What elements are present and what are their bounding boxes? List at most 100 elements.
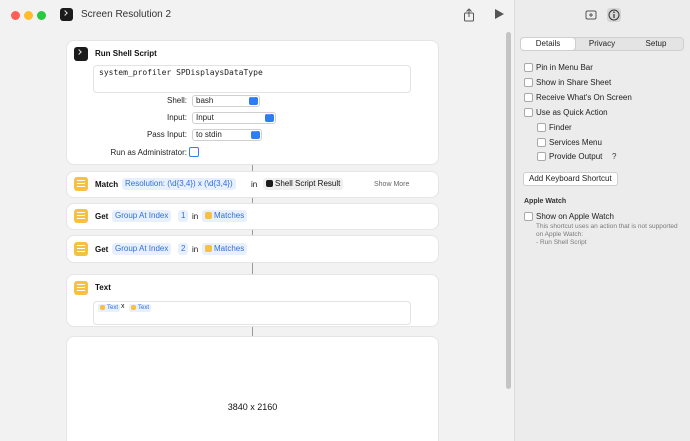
script-text[interactable]: system_profiler SPDisplaysDataType bbox=[99, 68, 263, 77]
show-in-share-sheet-label: Show in Share Sheet bbox=[536, 78, 612, 87]
group-at-index-token[interactable]: Group At Index bbox=[112, 210, 172, 222]
action-connector bbox=[252, 197, 253, 204]
shell-value: bash bbox=[196, 96, 214, 105]
add-keyboard-shortcut-button[interactable]: Add Keyboard Shortcut bbox=[523, 172, 618, 186]
provide-output-checkbox[interactable] bbox=[537, 152, 546, 161]
text-action-icon bbox=[100, 305, 105, 310]
shortcut-editor: Screen Resolution 2 Run Shell Script sys… bbox=[0, 0, 515, 441]
terminal-icon bbox=[74, 47, 88, 61]
editor-scrollbar[interactable] bbox=[506, 32, 511, 441]
library-icon[interactable] bbox=[584, 8, 598, 22]
in-label: in bbox=[192, 212, 199, 221]
scrollbar-thumb[interactable] bbox=[506, 32, 511, 389]
text-action-icon bbox=[74, 177, 88, 191]
pass-input-value: to stdin bbox=[196, 130, 222, 139]
get-group-action[interactable]: Get Group At Index 1 in Matches bbox=[67, 204, 438, 229]
title-bar: Screen Resolution 2 bbox=[0, 0, 514, 30]
match-text-action[interactable]: Match Resolution: (\d{3,4}) x (\d{3,4}) … bbox=[67, 172, 438, 197]
run-shell-script-action[interactable]: Run Shell Script system_profiler SPDispl… bbox=[67, 41, 438, 164]
share-icon[interactable] bbox=[463, 8, 475, 22]
pass-input-label: Pass Input: bbox=[146, 130, 187, 139]
get-verb: Get bbox=[95, 245, 109, 254]
match-verb: Match bbox=[95, 180, 119, 189]
help-button[interactable]: ? bbox=[612, 152, 616, 161]
finder-label: Finder bbox=[549, 123, 572, 132]
group-at-index-token[interactable]: Group At Index bbox=[112, 243, 172, 255]
matches-token[interactable]: Matches bbox=[202, 210, 248, 222]
shortcuts-window: Screen Resolution 2 Run Shell Script sys… bbox=[0, 0, 690, 441]
text-variable-token[interactable]: Text bbox=[98, 304, 121, 312]
script-editor[interactable]: system_profiler SPDisplaysDataType bbox=[93, 65, 411, 93]
text-action-icon bbox=[205, 212, 212, 219]
shell-script-result-label: Shell Script Result bbox=[275, 179, 341, 188]
action-title: Run Shell Script bbox=[95, 49, 157, 58]
shell-popup[interactable]: bash bbox=[192, 95, 260, 107]
apple-watch-note-item: - Run Shell Script bbox=[536, 239, 587, 246]
minimize-window-button[interactable] bbox=[24, 11, 33, 20]
matches-label: Matches bbox=[214, 211, 245, 220]
action-connector bbox=[252, 164, 253, 172]
text-action-icon bbox=[131, 305, 136, 310]
show-on-apple-watch-checkbox[interactable] bbox=[524, 212, 533, 221]
text-field[interactable]: Text x Text bbox=[93, 301, 411, 325]
index-token[interactable]: 1 bbox=[178, 210, 189, 222]
pin-in-menu-bar-checkbox[interactable] bbox=[524, 63, 533, 72]
quick-action-checkbox[interactable] bbox=[524, 108, 533, 117]
matches-label: Matches bbox=[214, 244, 245, 253]
pattern-token[interactable]: Resolution: (\d{3,4}) x (\d{3,4}) bbox=[122, 178, 236, 190]
chevron-updown-icon bbox=[249, 95, 258, 105]
text-action-icon bbox=[205, 245, 212, 252]
chevron-updown-icon bbox=[251, 129, 260, 139]
show-in-share-sheet-checkbox[interactable] bbox=[524, 78, 533, 87]
result-text: 3840 x 2160 bbox=[227, 402, 278, 412]
tab-setup[interactable]: Setup bbox=[629, 38, 683, 50]
matches-token[interactable]: Matches bbox=[202, 243, 248, 255]
run-as-admin-checkbox[interactable] bbox=[189, 147, 199, 157]
index-token[interactable]: 2 bbox=[178, 243, 189, 255]
show-more-button[interactable]: Show More bbox=[374, 181, 409, 188]
text-action[interactable]: Text Text x Text bbox=[67, 275, 438, 326]
input-popup[interactable]: Input bbox=[192, 112, 276, 124]
inspector-panel: Details Privacy Setup Pin in Menu Bar Sh… bbox=[515, 0, 690, 441]
action-connector bbox=[252, 326, 253, 337]
receive-on-screen-label: Receive What's On Screen bbox=[536, 93, 632, 102]
action-title: Text bbox=[95, 283, 111, 292]
in-label: in bbox=[251, 180, 258, 189]
text-variable-token[interactable]: Text bbox=[129, 304, 152, 312]
zoom-window-button[interactable] bbox=[37, 11, 46, 20]
services-menu-label: Services Menu bbox=[549, 138, 602, 147]
terminal-icon bbox=[60, 8, 73, 21]
info-icon[interactable] bbox=[607, 8, 621, 22]
input-value: Input bbox=[196, 113, 214, 122]
tab-details[interactable]: Details bbox=[521, 38, 575, 50]
apple-watch-note-text: This shortcut uses an action that is not… bbox=[536, 223, 678, 238]
action-connector bbox=[252, 262, 253, 275]
apple-watch-heading: Apple Watch bbox=[524, 198, 567, 205]
text-token-label: Text bbox=[138, 305, 150, 311]
text-action-icon bbox=[74, 281, 88, 295]
run-shortcut-play-icon[interactable] bbox=[495, 9, 504, 19]
pin-in-menu-bar-label: Pin in Menu Bar bbox=[536, 63, 593, 72]
get-verb: Get bbox=[95, 212, 109, 221]
separator-text: x bbox=[121, 303, 125, 310]
in-label: in bbox=[192, 245, 199, 254]
run-as-admin-label: Run as Administrator: bbox=[110, 148, 187, 157]
get-group-action[interactable]: Get Group At Index 2 in Matches bbox=[67, 236, 438, 262]
close-window-button[interactable] bbox=[11, 11, 20, 20]
terminal-icon bbox=[266, 180, 273, 187]
text-action-icon bbox=[74, 242, 88, 256]
pass-input-popup[interactable]: to stdin bbox=[192, 129, 262, 141]
quick-action-label: Use as Quick Action bbox=[536, 108, 608, 117]
shell-script-result-token[interactable]: Shell Script Result bbox=[263, 178, 344, 190]
services-menu-checkbox[interactable] bbox=[537, 138, 546, 147]
show-on-apple-watch-label: Show on Apple Watch bbox=[536, 212, 614, 221]
result-output-card: 3840 x 2160 bbox=[67, 337, 438, 441]
apple-watch-note: This shortcut uses an action that is not… bbox=[536, 223, 686, 247]
finder-checkbox[interactable] bbox=[537, 123, 546, 132]
chevron-updown-icon bbox=[265, 112, 274, 122]
input-label: Input: bbox=[166, 113, 187, 122]
receive-on-screen-checkbox[interactable] bbox=[524, 93, 533, 102]
tab-privacy[interactable]: Privacy bbox=[575, 38, 629, 50]
provide-output-label: Provide Output bbox=[549, 152, 603, 161]
window-title: Screen Resolution 2 bbox=[81, 9, 172, 20]
